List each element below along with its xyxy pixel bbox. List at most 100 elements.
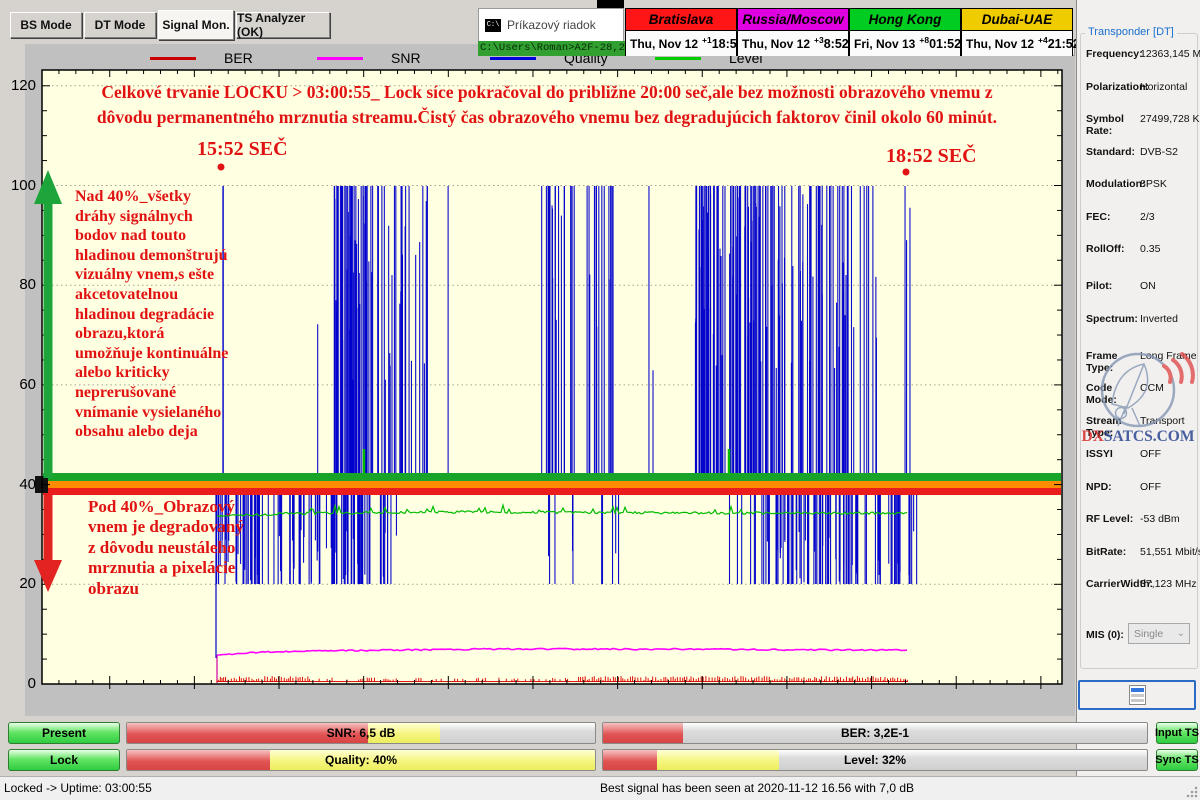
- clock-russia-moscow: Russia/MoscowThu, Nov 12+38:52 pm: [737, 8, 849, 56]
- clock-date: Fri, Nov 13: [854, 37, 915, 51]
- tab-bs-mode[interactable]: BS Mode: [10, 12, 82, 38]
- meter-readout: Level: 32%: [603, 750, 1147, 770]
- console-icon: C:\: [485, 19, 501, 32]
- clock-city: Hong Kong: [850, 9, 960, 31]
- status-bar: Locked -> Uptime: 03:00:55 Best signal h…: [0, 776, 1200, 800]
- transponder-row-fec: FEC:2/3: [1086, 211, 1196, 223]
- transponder-value: Long Frame: [1140, 350, 1197, 374]
- annotation-time-1552: 15:52 SEČ: [197, 138, 288, 161]
- clock-time-row: Thu, Nov 12+421:52:08: [962, 31, 1072, 56]
- mis-dropdown[interactable]: Single ⌄: [1128, 623, 1190, 644]
- y-tick-label-80: 80: [2, 276, 36, 293]
- meter-quality: Quality: 40%: [126, 749, 596, 771]
- clock-bratislava: BratislavaThu, Nov 12+118:52:08: [625, 8, 737, 56]
- clock-utc-offset: +3: [814, 35, 824, 45]
- transponder-label: FEC:: [1086, 211, 1138, 223]
- transponder-row-rolloff: RollOff:0.35: [1086, 243, 1196, 255]
- transponder-row-npd: NPD:OFF: [1086, 481, 1196, 493]
- transponder-label: CarrierWidth:: [1086, 578, 1138, 590]
- transponder-label: RollOff:: [1086, 243, 1138, 255]
- meter-snr: SNR: 6,5 dB: [126, 722, 596, 744]
- legend-swatch-ber: [150, 57, 196, 60]
- transport-stream-button[interactable]: [1078, 680, 1196, 710]
- transponder-row-code-mode: Code Mode:CCM: [1086, 382, 1196, 406]
- resize-grip-icon[interactable]: [1186, 786, 1198, 798]
- transponder-row-rf-level: RF Level:-53 dBm: [1086, 513, 1196, 525]
- tab-dt-mode[interactable]: DT Mode: [84, 12, 156, 38]
- transponder-label: ISSYI: [1086, 448, 1138, 460]
- legend-label: SNR: [391, 50, 421, 66]
- transport-stream-icon: [1129, 685, 1146, 705]
- transponder-row-bitrate: BitRate:51,551 Mbit/s: [1086, 546, 1196, 558]
- y-tick-label-60: 60: [2, 376, 36, 393]
- transponder-value: 2/3: [1140, 211, 1155, 223]
- transponder-row-frame-type: Frame Type:Long Frame: [1086, 350, 1196, 374]
- transponder-label: Frame Type:: [1086, 350, 1138, 374]
- transponder-row-pilot: Pilot:ON: [1086, 280, 1196, 292]
- transponder-row-carrierwidth: CarrierWidth:37,123 MHz: [1086, 578, 1196, 590]
- y-tick-label-20: 20: [2, 575, 36, 592]
- transponder-label: BitRate:: [1086, 546, 1138, 558]
- annotation-below-40: Pod 40%_Obrazový vnem je degradovaný z d…: [88, 497, 268, 599]
- transponder-row-spectrum: Spectrum:Inverted: [1086, 313, 1196, 325]
- mis-label: MIS (0):: [1086, 629, 1124, 641]
- transponder-row-frequency: Frequency:12363,145 MHz: [1086, 48, 1196, 60]
- transponder-label: Symbol Rate:: [1086, 113, 1138, 137]
- sync-ts-indicator[interactable]: Sync TS: [1156, 749, 1198, 771]
- transponder-label: Code Mode:: [1086, 382, 1138, 406]
- transponder-value: OFF: [1140, 481, 1161, 493]
- y-tick-label-120: 120: [2, 77, 36, 94]
- mis-value: Single: [1134, 628, 1163, 640]
- clock-city: Russia/Moscow: [738, 9, 848, 31]
- transponder-row-stream-type: Stream Type:Transport: [1086, 415, 1196, 439]
- meter-level: Level: 32%: [602, 749, 1148, 771]
- transponder-value: Horizontal: [1140, 81, 1187, 93]
- transponder-label: Frequency:: [1086, 48, 1138, 60]
- clock-hong-kong: Hong KongFri, Nov 13+801:52:08: [849, 8, 961, 56]
- transponder-row-modulation: Modulation:8PSK: [1086, 178, 1196, 190]
- transponder-label: Pilot:: [1086, 280, 1138, 292]
- transponder-value: DVB-S2: [1140, 146, 1178, 158]
- input-ts-indicator[interactable]: Input TS: [1156, 722, 1198, 744]
- console-title: Príkazový riadok: [507, 18, 596, 32]
- chevron-down-icon: ⌄: [1177, 628, 1185, 639]
- status-best-signal: Best signal has been seen at 2020-11-12 …: [600, 781, 914, 795]
- transponder-value: 27499,728 KS/s: [1140, 113, 1200, 137]
- lock-indicator[interactable]: Lock: [8, 749, 120, 771]
- y-tick-label-40: 40: [2, 476, 36, 493]
- transponder-value: 51,551 Mbit/s: [1140, 546, 1200, 558]
- clock-time-row: Fri, Nov 13+801:52:08: [850, 31, 960, 56]
- console-title-bar[interactable]: C:\ Príkazový riadok: [478, 8, 624, 41]
- clock-utc-offset: +1: [702, 35, 712, 45]
- transponder-label: Standard:: [1086, 146, 1138, 158]
- legend-label: BER: [224, 50, 253, 66]
- legend-swatch-level: [655, 57, 701, 60]
- transponder-row-symbol-rate: Symbol Rate:27499,728 KS/s: [1086, 113, 1196, 137]
- transponder-label: RF Level:: [1086, 513, 1138, 525]
- meter-readout: SNR: 6,5 dB: [127, 723, 595, 743]
- tab-ts-analyzer-ok[interactable]: TS Analyzer (OK): [236, 12, 330, 38]
- transponder-title: Transponder [DT]: [1085, 26, 1177, 38]
- transponder-label: Stream Type:: [1086, 415, 1138, 439]
- transponder-value: OFF: [1140, 448, 1161, 460]
- annotation-lock-duration: Celkové trvanie LOCKU > 03:00:55_ Lock s…: [52, 80, 1042, 130]
- meter-readout: Quality: 40%: [127, 750, 595, 770]
- clock-time-row: Thu, Nov 12+118:52:08: [626, 31, 736, 56]
- status-lock-uptime: Locked -> Uptime: 03:00:55: [4, 781, 152, 795]
- clock-utc-offset: +4: [1038, 35, 1048, 45]
- clock-date: Thu, Nov 12: [742, 37, 810, 51]
- legend-swatch-snr: [317, 57, 363, 60]
- legend-swatch-quality: [490, 57, 536, 60]
- transponder-label: Polarization:: [1086, 81, 1138, 93]
- present-indicator[interactable]: Present: [8, 722, 120, 744]
- transponder-label: NPD:: [1086, 481, 1138, 493]
- legend-item-ber: BER: [150, 50, 253, 66]
- tab-signal-mon[interactable]: Signal Mon.: [158, 10, 234, 40]
- transponder-value: 0.35: [1140, 243, 1160, 255]
- transponder-label: Modulation:: [1086, 178, 1138, 190]
- transponder-row-standard: Standard:DVB-S2: [1086, 146, 1196, 158]
- clock-city: Bratislava: [626, 9, 736, 31]
- meter-ber: BER: 3,2E-1: [602, 722, 1148, 744]
- annotation-time-1852: 18:52 SEČ: [886, 145, 977, 168]
- clock-dubai-uae: Dubai-UAEThu, Nov 12+421:52:08: [961, 8, 1073, 56]
